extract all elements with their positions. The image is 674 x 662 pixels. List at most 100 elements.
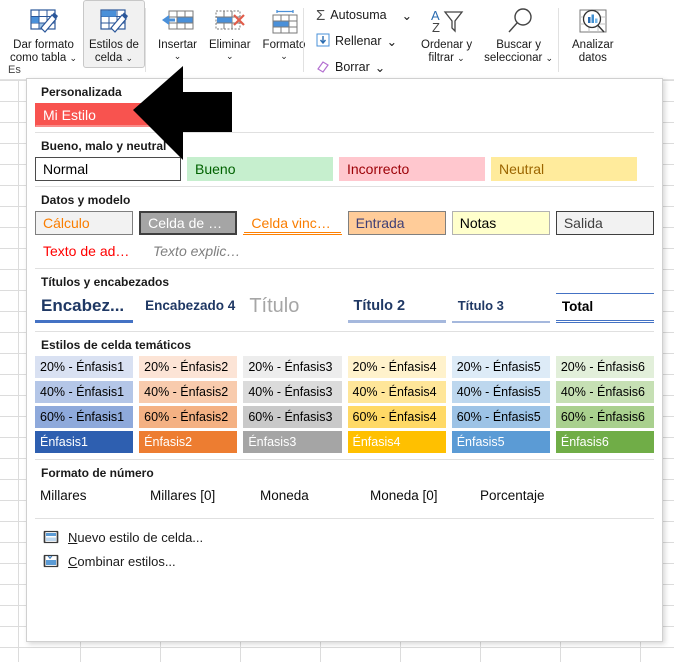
style-20-enfasis5[interactable]: 20% - Énfasis5 bbox=[451, 356, 550, 378]
chevron-down-icon[interactable]: ⌄ bbox=[546, 53, 554, 63]
style-60-enfasis2[interactable]: 60% - Énfasis2 bbox=[139, 406, 238, 428]
style-celda-vinculada[interactable]: Celda vincul... bbox=[243, 211, 342, 235]
style-60-enfasis1[interactable]: 60% - Énfasis1 bbox=[35, 406, 134, 428]
themed-row-60: 60% - Énfasis1 60% - Énfasis2 60% - Énfa… bbox=[35, 406, 655, 428]
style-60-enfasis6[interactable]: 60% - Énfasis6 bbox=[555, 406, 655, 428]
section-row-formato-de-numero: Millares Millares [0] Moneda Moneda [0] … bbox=[27, 484, 662, 508]
style-enfasis1[interactable]: Énfasis1 bbox=[35, 431, 134, 453]
style-texto-explicativo[interactable]: Texto explica... bbox=[145, 239, 249, 263]
merge-styles-icon bbox=[43, 553, 59, 569]
format-cells-icon bbox=[267, 5, 301, 39]
style-40-enfasis6[interactable]: 40% - Énfasis6 bbox=[555, 381, 655, 403]
style-titulo-3[interactable]: Título 3 bbox=[451, 293, 550, 323]
section-title-bueno-malo-neutral: Bueno, malo y neutral bbox=[41, 139, 167, 153]
style-20-enfasis1[interactable]: 20% - Énfasis1 bbox=[35, 356, 134, 378]
excel-cell-styles-screen: Dar formato como tabla ⌄ Estilos de celd… bbox=[0, 0, 674, 662]
ribbon-button-fill[interactable]: Rellenar ⌄ bbox=[312, 28, 401, 54]
style-normal[interactable]: Normal bbox=[35, 157, 181, 181]
style-notas[interactable]: Notas bbox=[451, 211, 550, 235]
chevron-down-icon[interactable]: ⌄ bbox=[126, 53, 134, 63]
eraser-icon bbox=[316, 59, 330, 76]
style-porcentaje[interactable]: Porcentaje bbox=[475, 484, 579, 508]
style-enfasis2[interactable]: Énfasis2 bbox=[139, 431, 238, 453]
style-texto-advertencia[interactable]: Texto de adv... bbox=[35, 239, 139, 263]
ribbon-button-label-line1: Buscar y bbox=[496, 39, 541, 51]
ribbon-small-label: Rellenar bbox=[335, 34, 382, 48]
style-encabezado-1[interactable]: Encabez... bbox=[35, 293, 134, 323]
themed-row-40: 40% - Énfasis1 40% - Énfasis2 40% - Énfa… bbox=[35, 381, 655, 403]
chevron-down-icon[interactable]: ⌄ bbox=[280, 52, 288, 61]
section-row-titulos-y-encabezados: Encabez... Encabezado 4 Título Título 2 … bbox=[27, 293, 662, 323]
style-40-enfasis4[interactable]: 40% - Énfasis4 bbox=[347, 381, 446, 403]
style-20-enfasis2[interactable]: 20% - Énfasis2 bbox=[139, 356, 238, 378]
new-cell-style-icon bbox=[43, 529, 59, 545]
chevron-down-icon[interactable]: ⌄ bbox=[69, 53, 77, 63]
chevron-down-icon[interactable]: ⌄ bbox=[402, 8, 412, 23]
ribbon-button-autosum[interactable]: Σ Autosuma ⌄ bbox=[312, 2, 416, 28]
ribbon: Dar formato como tabla ⌄ Estilos de celd… bbox=[0, 0, 674, 80]
fill-down-icon bbox=[316, 33, 330, 50]
style-enfasis4[interactable]: Énfasis4 bbox=[347, 431, 446, 453]
style-60-enfasis4[interactable]: 60% - Énfasis4 bbox=[347, 406, 446, 428]
style-encabezado-4[interactable]: Encabezado 4 bbox=[139, 293, 237, 323]
ribbon-button-sort-filter[interactable]: A Z Ordenar y filtrar ⌄ bbox=[415, 0, 478, 68]
style-enfasis5[interactable]: Énfasis5 bbox=[451, 431, 550, 453]
section-title-datos-y-modelo: Datos y modelo bbox=[41, 193, 131, 207]
sort-filter-icon: A Z bbox=[429, 5, 465, 39]
svg-text:Z: Z bbox=[432, 20, 440, 35]
style-celda-comprobacion[interactable]: Celda de co... bbox=[139, 211, 238, 235]
section-title-titulos-y-encabezados: Títulos y encabezados bbox=[41, 275, 170, 289]
style-enfasis3[interactable]: Énfasis3 bbox=[243, 431, 342, 453]
style-millares[interactable]: Millares bbox=[35, 484, 139, 508]
analyze-data-icon bbox=[577, 5, 609, 39]
style-moneda[interactable]: Moneda bbox=[255, 484, 359, 508]
style-titulo-2[interactable]: Título 2 bbox=[347, 293, 446, 323]
ribbon-button-analyze-data[interactable]: Analizar datos bbox=[566, 0, 620, 68]
chevron-down-icon[interactable]: ⌄ bbox=[387, 34, 397, 49]
chevron-down-icon[interactable]: ⌄ bbox=[226, 52, 234, 61]
menu-item-label: Nuevo estilo de celda... bbox=[68, 529, 204, 545]
ribbon-button-label-line2: seleccionar ⌄ bbox=[484, 52, 554, 64]
style-60-enfasis3[interactable]: 60% - Énfasis3 bbox=[243, 406, 342, 428]
ribbon-button-insert[interactable]: Insertar ⌄ bbox=[152, 0, 203, 64]
style-entrada[interactable]: Entrada bbox=[347, 211, 446, 235]
style-total[interactable]: Total bbox=[555, 293, 655, 323]
style-titulo[interactable]: Título bbox=[243, 293, 341, 323]
style-40-enfasis1[interactable]: 40% - Énfasis1 bbox=[35, 381, 134, 403]
style-millares-0[interactable]: Millares [0] bbox=[145, 484, 249, 508]
style-20-enfasis4[interactable]: 20% - Énfasis4 bbox=[347, 356, 446, 378]
style-incorrecto[interactable]: Incorrecto bbox=[339, 157, 485, 181]
section-row2-datos-y-modelo: Texto de adv... Texto explica... bbox=[27, 239, 662, 263]
find-select-icon bbox=[501, 5, 537, 39]
ribbon-button-label-line2: celda ⌄ bbox=[94, 52, 134, 64]
ribbon-small-label: Autosuma bbox=[330, 8, 387, 22]
section-row-bueno-malo-neutral: Normal Bueno Incorrecto Neutral bbox=[27, 157, 662, 181]
style-20-enfasis6[interactable]: 20% - Énfasis6 bbox=[555, 356, 655, 378]
style-moneda-0[interactable]: Moneda [0] bbox=[365, 484, 469, 508]
ribbon-button-label-line2: filtrar ⌄ bbox=[428, 52, 465, 64]
ribbon-small-label: Borrar bbox=[335, 60, 370, 74]
ribbon-button-label-line1: Estilos de bbox=[89, 39, 139, 51]
chevron-down-icon[interactable]: ⌄ bbox=[375, 60, 385, 75]
style-salida[interactable]: Salida bbox=[555, 211, 654, 235]
style-40-enfasis3[interactable]: 40% - Énfasis3 bbox=[243, 381, 342, 403]
ribbon-button-format-as-table[interactable]: Dar formato como tabla ⌄ bbox=[4, 0, 83, 68]
style-calculo[interactable]: Cálculo bbox=[35, 211, 134, 235]
style-40-enfasis5[interactable]: 40% - Énfasis5 bbox=[451, 381, 550, 403]
ribbon-button-clear[interactable]: Borrar ⌄ bbox=[312, 54, 389, 80]
menu-item-merge-styles[interactable]: Combinar estilos... bbox=[27, 549, 662, 573]
menu-item-new-cell-style[interactable]: Nuevo estilo de celda... bbox=[27, 525, 662, 549]
style-60-enfasis5[interactable]: 60% - Énfasis5 bbox=[451, 406, 550, 428]
style-bueno[interactable]: Bueno bbox=[187, 157, 333, 181]
ribbon-button-delete[interactable]: Eliminar ⌄ bbox=[203, 0, 257, 64]
chevron-down-icon[interactable]: ⌄ bbox=[457, 53, 465, 63]
style-neutral[interactable]: Neutral bbox=[491, 157, 637, 181]
ribbon-button-cell-styles[interactable]: Estilos de celda ⌄ bbox=[83, 0, 145, 68]
style-enfasis6[interactable]: Énfasis6 bbox=[555, 431, 655, 453]
style-20-enfasis3[interactable]: 20% - Énfasis3 bbox=[243, 356, 342, 378]
cell-styles-gallery: Personalizada Mi Estilo Bueno, malo y ne… bbox=[26, 78, 663, 642]
style-40-enfasis2[interactable]: 40% - Énfasis2 bbox=[139, 381, 238, 403]
section-title-estilos-tematicos: Estilos de celda temáticos bbox=[41, 338, 192, 352]
chevron-down-icon[interactable]: ⌄ bbox=[174, 52, 182, 61]
ribbon-button-find-select[interactable]: Buscar y seleccionar ⌄ bbox=[478, 0, 559, 68]
